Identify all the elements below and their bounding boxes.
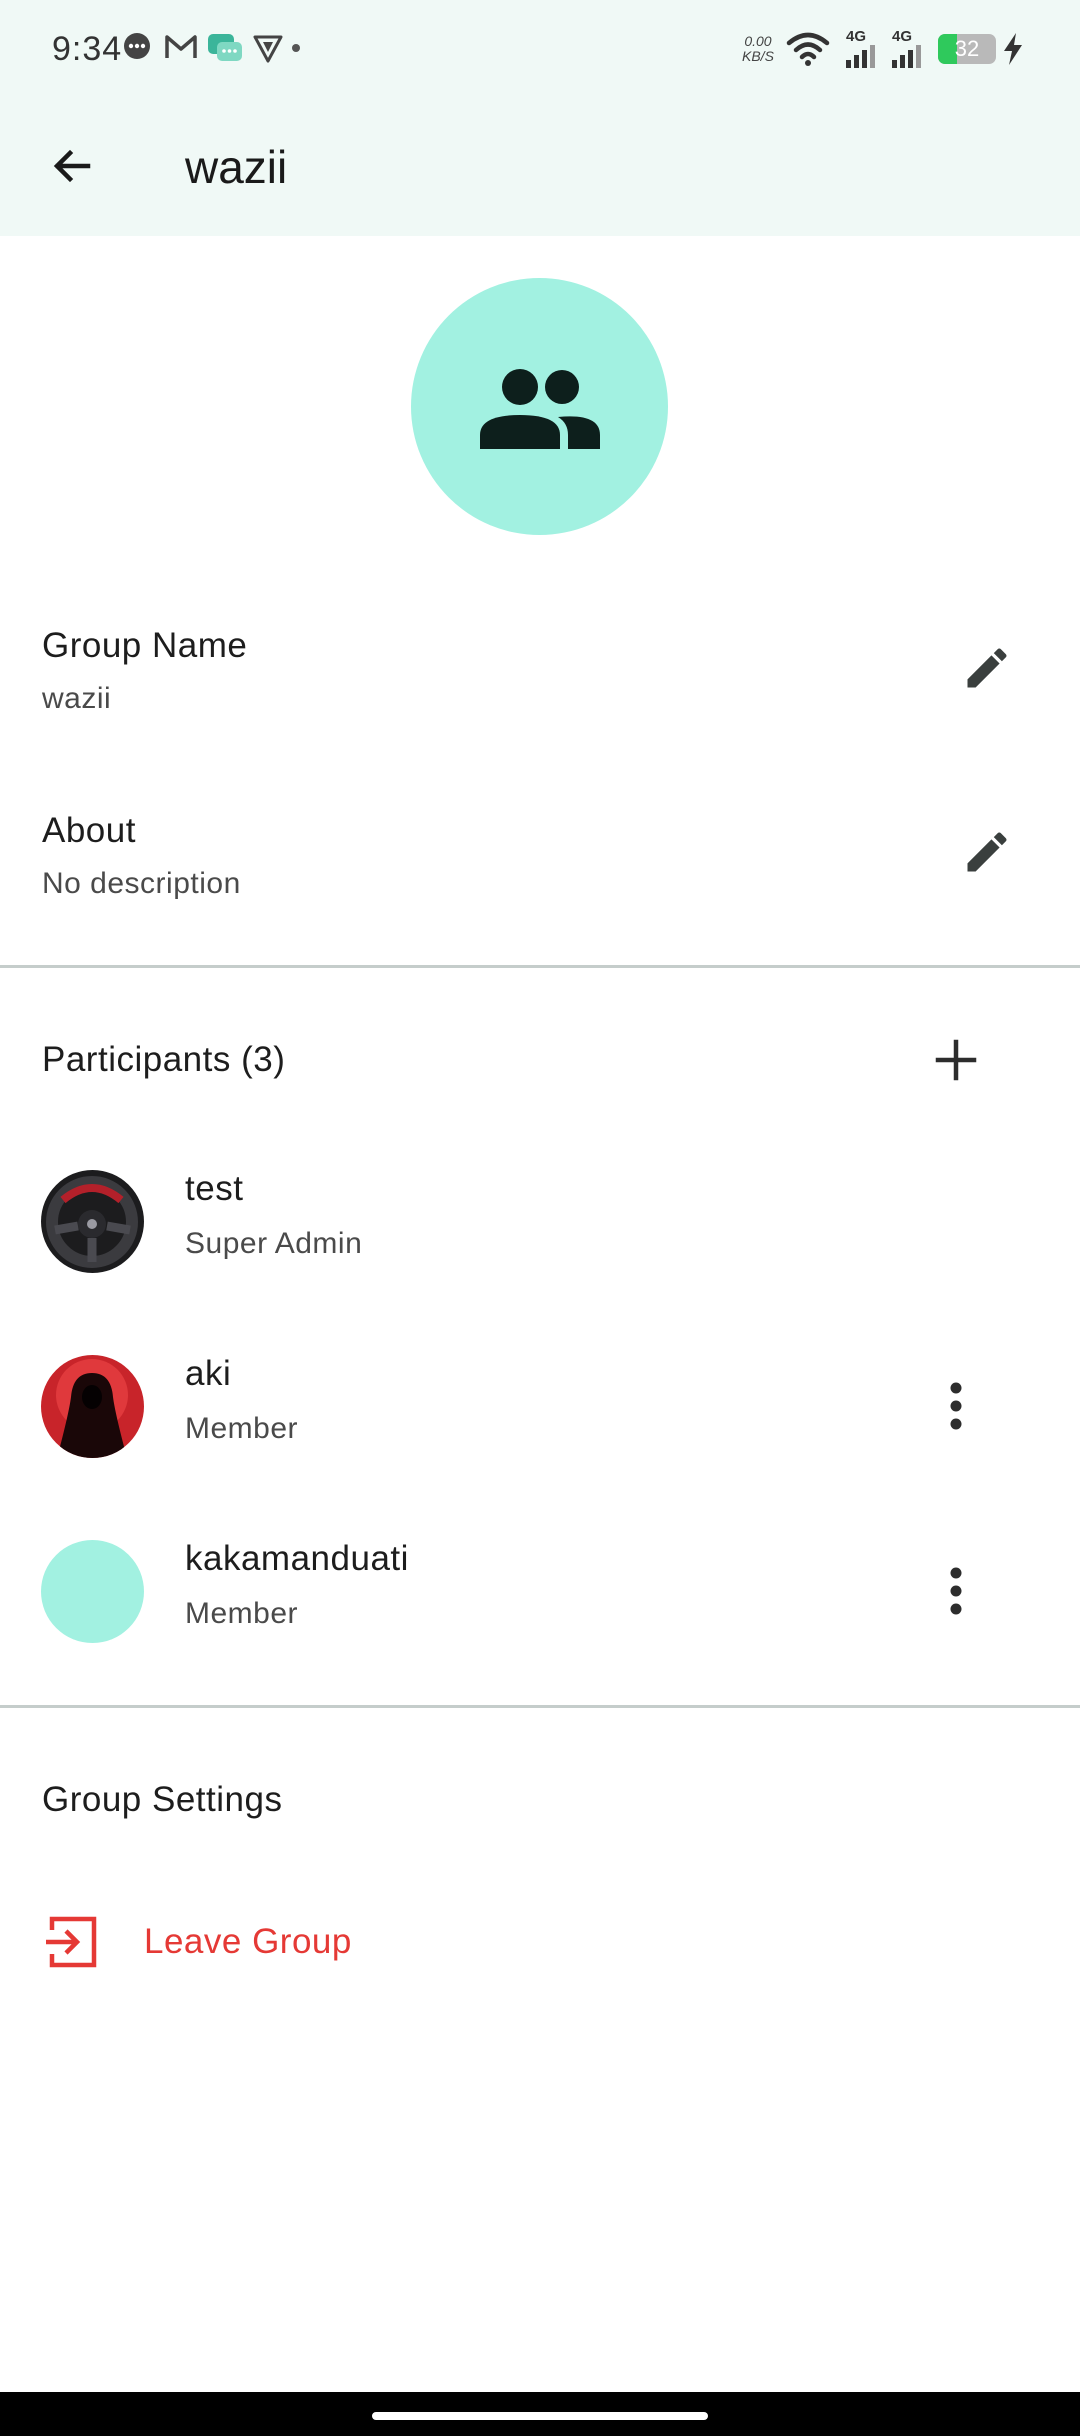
vpn-shield-icon	[253, 35, 283, 63]
participant-options-button[interactable]	[916, 1366, 996, 1446]
home-indicator[interactable]	[372, 2412, 708, 2420]
pencil-icon	[967, 648, 1007, 688]
network-speed-unit: KB/S	[742, 48, 774, 64]
signal-icon-2: 4G	[890, 28, 930, 68]
pencil-icon	[967, 832, 1007, 872]
group-settings-header: Group Settings	[42, 1780, 283, 1819]
dot-icon	[292, 44, 300, 52]
steering-wheel-photo	[41, 1170, 144, 1273]
divider	[0, 1705, 1080, 1708]
group-name-value: wazii	[42, 682, 112, 715]
signal-type-label: 4G	[846, 28, 867, 45]
add-participant-button[interactable]	[916, 1020, 996, 1100]
network-speed: 0.00 KB/S	[742, 34, 774, 64]
leave-group-label: Leave Group	[144, 1922, 352, 1961]
divider	[0, 965, 1080, 968]
plus-icon	[935, 1039, 977, 1081]
battery-level: 32	[954, 36, 980, 61]
page-title: wazii	[185, 141, 288, 193]
about-label: About	[42, 811, 136, 850]
edit-group-name-button[interactable]	[947, 628, 1027, 708]
more-vert-icon	[950, 1382, 962, 1430]
avatar	[41, 1355, 144, 1458]
hooded-figure-photo	[41, 1355, 144, 1458]
participant-row[interactable]: kakamanduati Member	[0, 1503, 1080, 1688]
battery-icon: 32	[938, 34, 996, 64]
participant-role: Member	[185, 1597, 299, 1630]
group-avatar	[411, 278, 668, 535]
avatar	[41, 1170, 144, 1273]
edit-about-button[interactable]	[947, 812, 1027, 892]
about-value: No description	[42, 867, 241, 900]
gmail-icon	[165, 35, 197, 58]
charging-bolt-icon	[1004, 33, 1022, 65]
arrow-back-icon	[53, 149, 91, 183]
signal-bars-icon	[846, 45, 875, 68]
participant-row[interactable]: aki Member	[0, 1318, 1080, 1503]
more-vert-icon	[950, 1567, 962, 1615]
participant-name: aki	[185, 1354, 232, 1393]
signal-icon-1: 4G	[844, 28, 884, 68]
messages-icon	[208, 34, 242, 61]
participant-name: kakamanduati	[185, 1539, 409, 1578]
status-time: 9:34	[52, 30, 123, 68]
signal-type-label: 4G	[892, 28, 913, 45]
participants-header: Participants (3)	[42, 1040, 286, 1079]
participant-options-button[interactable]	[916, 1551, 996, 1631]
participant-role: Member	[185, 1412, 299, 1445]
participant-role: Super Admin	[185, 1227, 363, 1260]
group-icon	[479, 368, 600, 449]
wifi-icon	[786, 32, 830, 66]
group-name-label: Group Name	[42, 626, 248, 665]
network-speed-value: 0.00	[744, 33, 772, 49]
navigation-bar	[0, 2392, 1080, 2436]
signal-bars-icon	[892, 45, 921, 68]
leave-group-button[interactable]: Leave Group	[0, 1898, 1080, 1988]
participant-row[interactable]: test Super Admin	[0, 1133, 1080, 1318]
avatar	[41, 1540, 144, 1643]
chat-bubble-icon	[124, 33, 150, 59]
exit-icon	[46, 1916, 97, 1968]
participant-name: test	[185, 1169, 244, 1208]
back-button[interactable]	[36, 130, 108, 202]
status-bar: 9:34 0.00 KB/S 4G 4G 32	[0, 0, 1080, 100]
